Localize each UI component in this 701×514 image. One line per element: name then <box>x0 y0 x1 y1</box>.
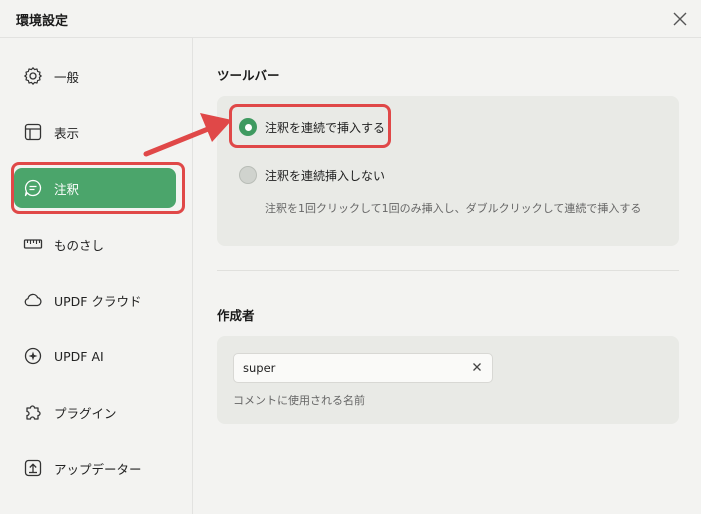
sidebar-item-label: プラグイン <box>54 405 117 421</box>
ai-icon <box>22 345 44 367</box>
radio-selected-icon <box>239 118 257 136</box>
close-button[interactable] <box>669 8 691 30</box>
sidebar-item-general[interactable]: 一般 <box>14 56 176 96</box>
ruler-icon <box>22 233 44 255</box>
sidebar-item-ai[interactable]: UPDF AI <box>14 336 176 376</box>
sidebar-item-label: 一般 <box>54 69 80 85</box>
title-bar: 環境設定 <box>0 0 701 38</box>
sidebar-item-label: 注釈 <box>54 181 80 197</box>
sidebar-item-annotation[interactable]: 注釈 <box>14 168 176 208</box>
sidebar-item-plugin[interactable]: プラグイン <box>14 392 176 432</box>
sidebar-item-label: 表示 <box>54 125 80 141</box>
author-hint: コメントに使用される名前 <box>233 394 365 407</box>
author-name-input[interactable] <box>243 361 463 375</box>
toolbar-section-title: ツールバー <box>217 68 280 83</box>
radio-unselected-icon <box>239 166 257 184</box>
gear-icon <box>22 65 44 87</box>
puzzle-icon <box>22 401 44 423</box>
sidebar-item-label: アップデーター <box>54 461 142 477</box>
radio-continuous-insert[interactable]: 注釈を連続で挿入する <box>239 118 385 136</box>
cloud-icon <box>22 289 44 311</box>
option-description: 注釈を1回クリックして1回のみ挿入し、ダブルクリックして連続で挿入する <box>265 202 642 215</box>
radio-label: 注釈を連続で挿入する <box>265 120 386 135</box>
radio-label: 注釈を連続挿入しない <box>265 168 386 183</box>
author-section-title: 作成者 <box>217 308 255 323</box>
toolbar-options-panel: 注釈を連続で挿入する 注釈を連続挿入しない 注釈を1回クリックして1回のみ挿入し… <box>217 96 679 246</box>
sidebar-item-cloud[interactable]: UPDF クラウド <box>14 280 176 320</box>
sidebar-item-ruler[interactable]: ものさし <box>14 224 176 264</box>
author-name-field[interactable] <box>233 353 493 383</box>
preferences-window: 環境設定 一般 表示 注釈 ものさし UPDF クラウド UPDF AI プラグ… <box>0 0 701 514</box>
layout-icon <box>22 121 44 143</box>
comment-icon <box>22 177 44 199</box>
update-icon <box>22 457 44 479</box>
close-icon <box>673 12 687 26</box>
settings-content: ツールバー 注釈を連続で挿入する 注釈を連続挿入しない 注釈を1回クリックして1… <box>194 38 701 514</box>
window-title: 環境設定 <box>16 14 69 29</box>
sidebar-item-label: UPDF AI <box>54 348 104 364</box>
author-panel: コメントに使用される名前 <box>217 336 679 424</box>
sidebar-item-updater[interactable]: アップデーター <box>14 448 176 488</box>
radio-no-continuous-insert[interactable]: 注釈を連続挿入しない <box>239 166 385 184</box>
sidebar-item-label: UPDF クラウド <box>54 293 142 309</box>
sidebar-item-label: ものさし <box>54 237 105 253</box>
section-divider <box>217 270 679 271</box>
sidebar-item-display[interactable]: 表示 <box>14 112 176 152</box>
clear-icon[interactable] <box>471 361 483 373</box>
sidebar: 一般 表示 注釈 ものさし UPDF クラウド UPDF AI プラグイン アッ… <box>0 38 193 514</box>
